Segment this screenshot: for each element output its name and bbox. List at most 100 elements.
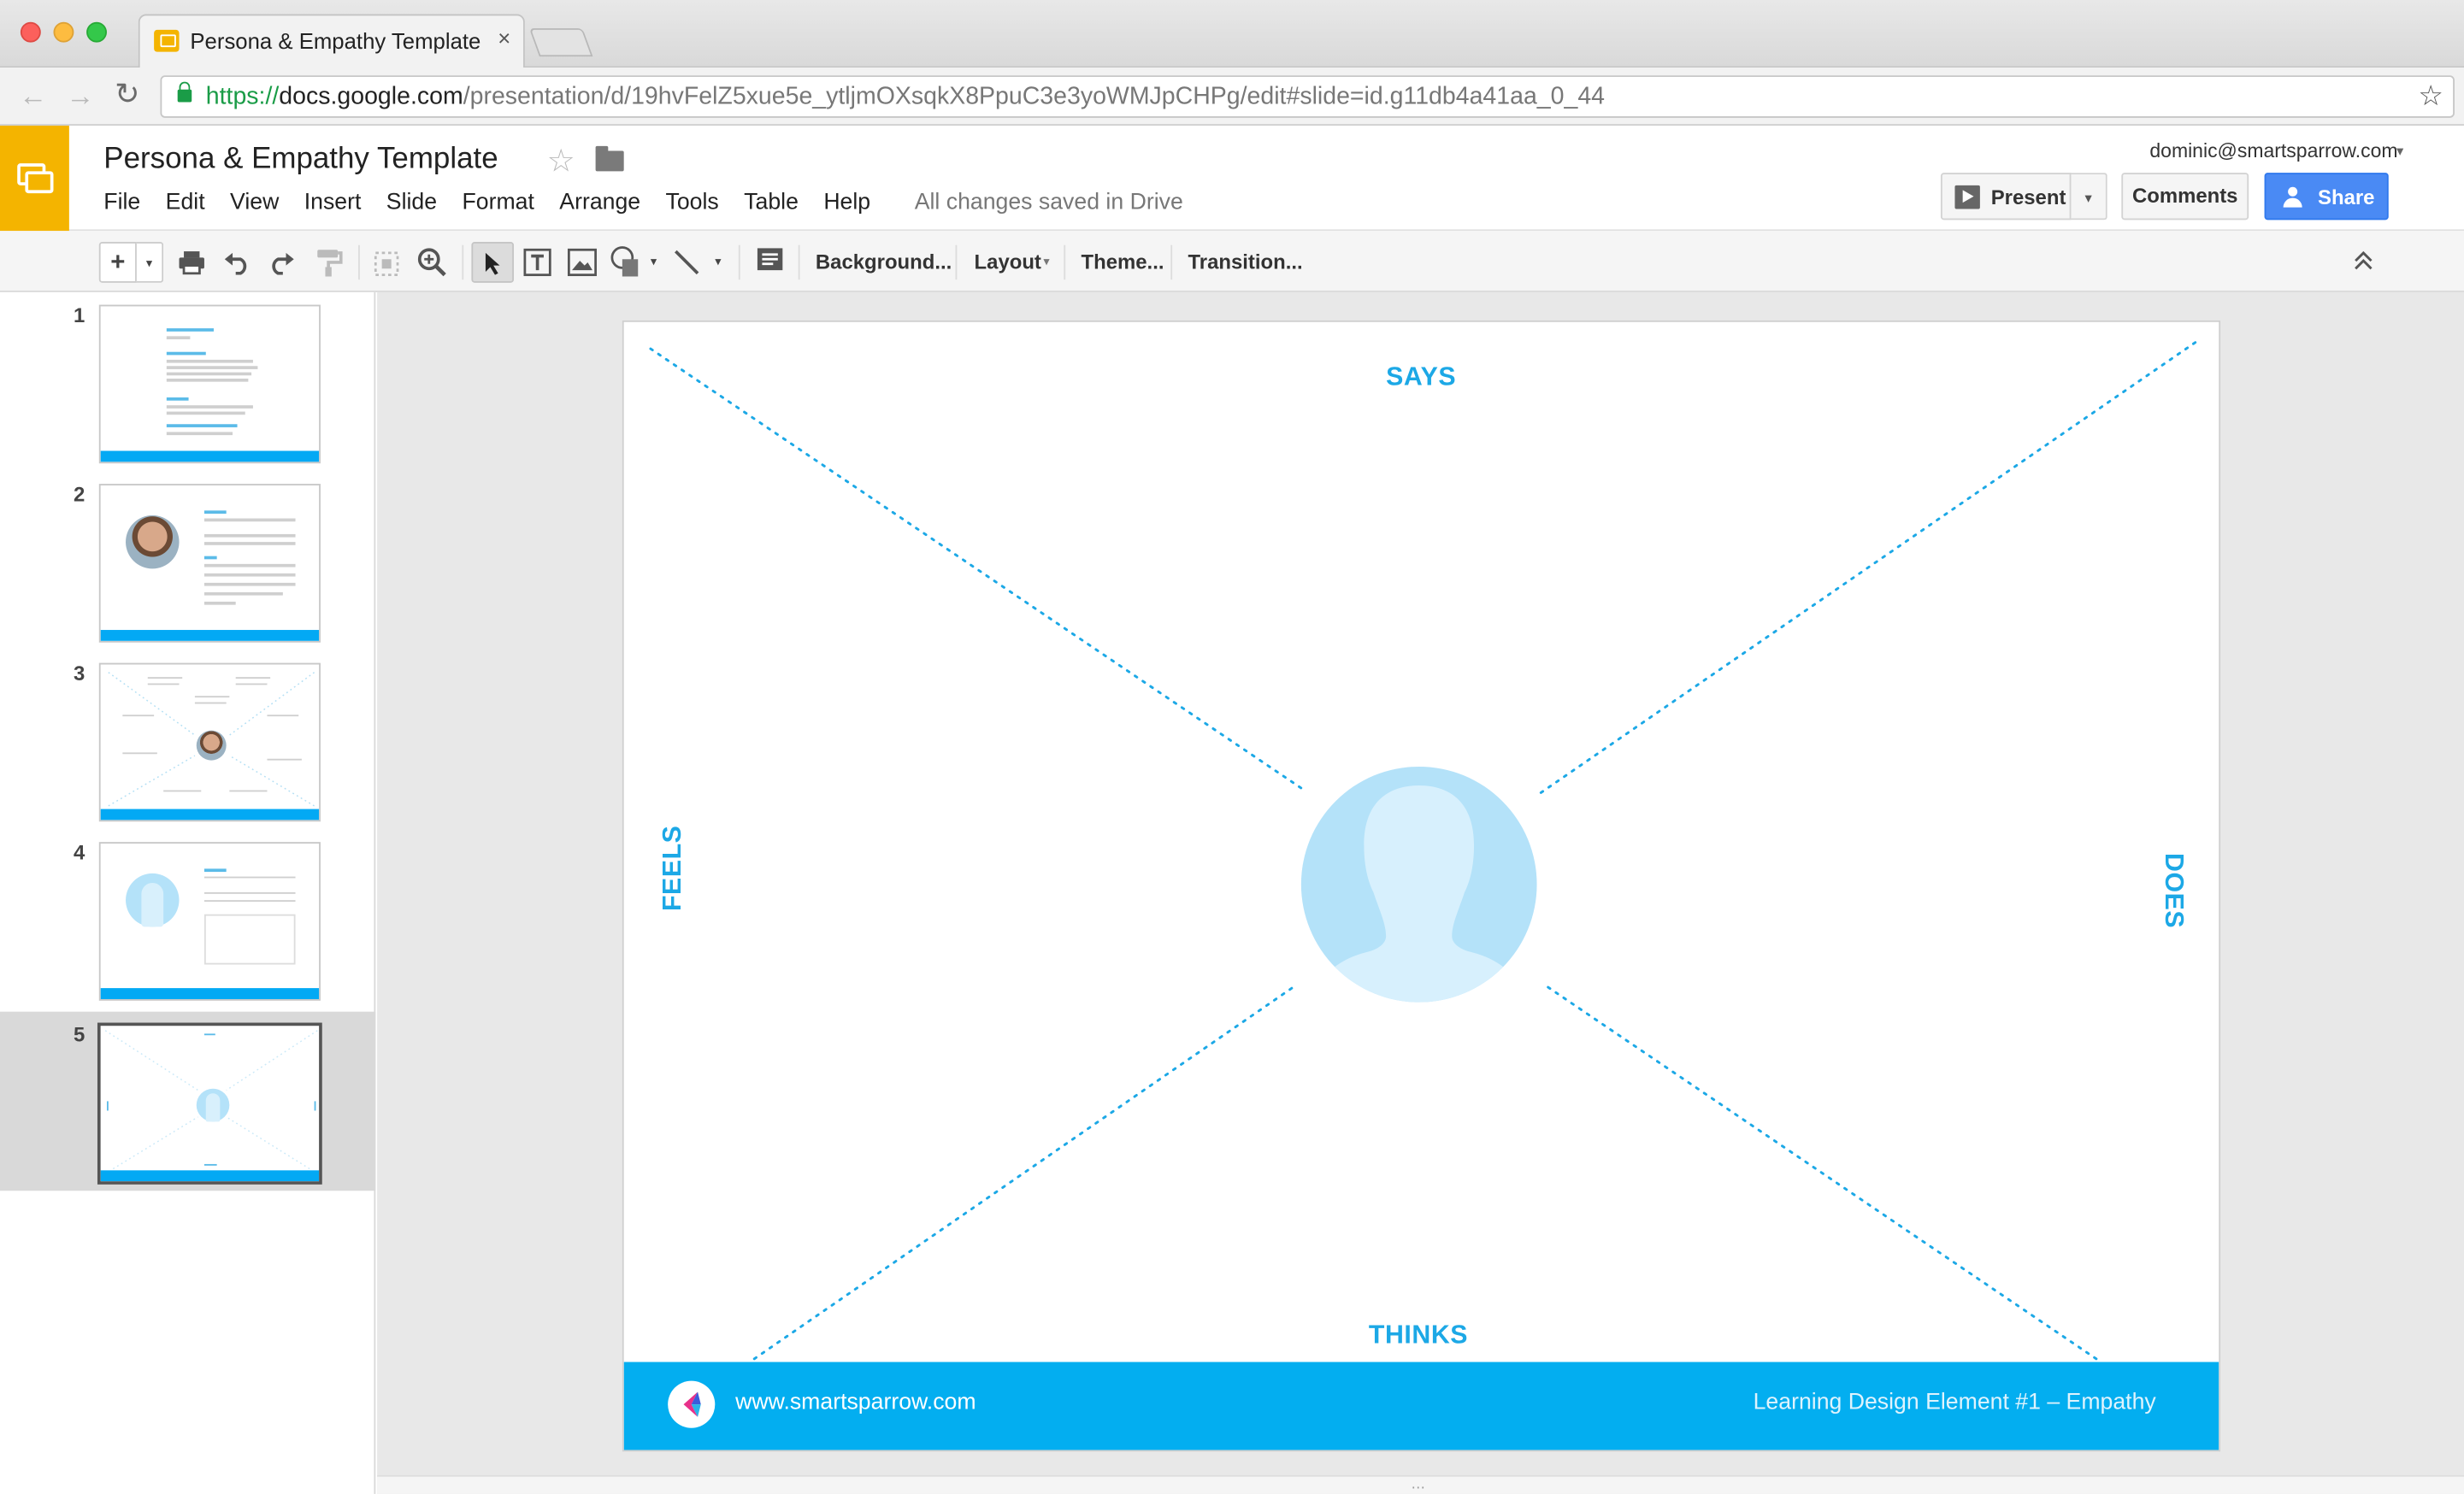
menu-file[interactable]: File [103, 190, 140, 215]
redo-icon[interactable] [267, 250, 295, 275]
url-text: https://docs.google.com/presentation/d/1… [206, 83, 1605, 111]
filmstrip-slide[interactable]: 3 [0, 650, 375, 830]
cursor-arrow-icon [485, 252, 500, 275]
filmstrip-slide[interactable]: 2 [0, 471, 375, 650]
slides-logo-icon[interactable] [0, 126, 69, 232]
current-slide[interactable]: SAYS THINKS FEELS DOES www.smartsparrow.… [623, 321, 2219, 1450]
browser-titlebar: Persona & Empathy Template × [0, 0, 2464, 68]
slide-number: 4 [73, 840, 85, 864]
star-icon[interactable]: ☆ [547, 141, 575, 180]
url-host: docs.google.com [279, 83, 463, 110]
menu-tools[interactable]: Tools [666, 190, 719, 215]
slide-canvas-area: SAYS THINKS FEELS DOES www.smartsparrow.… [377, 291, 2464, 1494]
present-options-button[interactable]: ▾ [2071, 173, 2107, 221]
menu-bar: File Edit View Insert Slide Format Arran… [103, 190, 895, 215]
slide-number: 5 [73, 1022, 85, 1047]
shape-icon[interactable] [606, 245, 647, 279]
menu-format[interactable]: Format [462, 190, 533, 215]
speaker-notes-divider[interactable]: ⋯ [377, 1474, 2464, 1494]
footer-caption: Learning Design Element #1 – Empathy [1753, 1390, 2156, 1416]
feels-label: FEELS [658, 825, 687, 912]
account-caret-icon[interactable]: ▾ [2396, 143, 2403, 160]
close-window-button[interactable] [20, 21, 41, 43]
user-account-email[interactable]: dominic@smartsparrow.com [2149, 140, 2397, 162]
reload-icon[interactable]: ↻ [115, 77, 139, 113]
present-button[interactable]: Present [1940, 173, 2072, 221]
url-input[interactable]: https://docs.google.com/presentation/d/1… [160, 75, 2455, 118]
menu-table[interactable]: Table [744, 190, 799, 215]
share-button[interactable]: Share [2264, 173, 2389, 221]
save-status: All changes saved in Drive [914, 190, 1183, 215]
lock-icon [177, 81, 192, 103]
persona-photo [126, 515, 180, 569]
document-title[interactable]: Persona & Empathy Template [103, 143, 498, 177]
editor-toolbar: + ▾ ▾ ▾ Background... Layout ▾ Theme... … [0, 231, 2464, 292]
share-label: Share [2318, 185, 2375, 209]
slide-thumbnail [98, 842, 321, 1001]
menu-insert[interactable]: Insert [304, 190, 362, 215]
undo-icon[interactable] [223, 250, 251, 275]
filmstrip-slide[interactable]: 1 [0, 292, 375, 472]
background-button[interactable]: Background... [816, 242, 952, 283]
paint-format-icon[interactable] [315, 248, 343, 277]
select-tool-button[interactable] [471, 242, 515, 283]
text-box-icon[interactable] [522, 247, 553, 279]
slide-thumbnail [97, 1022, 322, 1185]
browser-tab-active[interactable]: Persona & Empathy Template × [138, 14, 525, 68]
slide-thumbnail [98, 484, 321, 643]
shape-caret-icon[interactable]: ▾ [645, 242, 661, 283]
zoom-icon[interactable] [416, 247, 448, 279]
toolbar-separator [462, 244, 464, 280]
resize-grip-icon[interactable]: ⋯ [1412, 1479, 1427, 1494]
menu-help[interactable]: Help [823, 190, 870, 215]
filmstrip-slide[interactable]: 4 [0, 829, 375, 1009]
theme-button[interactable]: Theme... [1082, 242, 1164, 283]
layout-button[interactable]: Layout [975, 242, 1041, 283]
new-slide-button[interactable]: + [98, 242, 137, 283]
slides-logo-frame-front [25, 171, 54, 194]
image-icon[interactable] [567, 248, 598, 277]
new-slide-layout-caret[interactable]: ▾ [136, 242, 164, 283]
footer-url: www.smartsparrow.com [735, 1390, 976, 1416]
tab-title: Persona & Empathy Template [190, 28, 481, 54]
transition-button[interactable]: Transition... [1188, 242, 1303, 283]
docs-header: Persona & Empathy Template ☆ File Edit V… [0, 126, 2464, 232]
back-arrow-icon[interactable]: ← [19, 80, 47, 114]
slides-favicon-icon [154, 29, 180, 52]
forward-arrow-icon[interactable]: → [66, 80, 94, 114]
line-icon[interactable] [673, 248, 701, 276]
persona-avatar-icon [1300, 766, 1537, 1003]
slide-number: 3 [73, 661, 85, 685]
menu-view[interactable]: View [230, 190, 279, 215]
slide-thumbnail [98, 662, 321, 822]
toolbar-separator [955, 244, 958, 280]
person-icon [2283, 186, 2308, 208]
slide-filmstrip: 1 2 3 4 5 [0, 291, 376, 1494]
print-icon[interactable] [178, 250, 206, 275]
filmstrip-slide-selected[interactable]: 5 [0, 1011, 376, 1191]
minimize-window-button[interactable] [53, 21, 74, 43]
fit-icon[interactable] [371, 248, 403, 279]
url-scheme: https:// [205, 83, 280, 110]
line-caret-icon[interactable]: ▾ [710, 242, 726, 283]
comments-button[interactable]: Comments [2121, 173, 2249, 221]
does-label: DOES [2159, 853, 2188, 929]
smartsparrow-logo-icon [668, 1380, 716, 1428]
menu-arrange[interactable]: Arrange [559, 190, 640, 215]
folder-icon[interactable] [595, 145, 624, 172]
menu-edit[interactable]: Edit [166, 190, 205, 215]
slide-number: 2 [73, 482, 85, 506]
layout-caret-icon[interactable]: ▾ [1039, 242, 1054, 283]
new-tab-button[interactable] [528, 28, 593, 57]
toolbar-separator [798, 244, 800, 280]
play-icon [1954, 185, 1980, 209]
collapse-toolbar-icon[interactable] [2352, 250, 2374, 272]
toolbar-separator [1170, 244, 1173, 280]
bookmark-star-icon[interactable]: ☆ [2418, 80, 2443, 114]
menu-slide[interactable]: Slide [386, 190, 437, 215]
present-label: Present [1990, 185, 2066, 209]
toolbar-separator [1064, 244, 1066, 280]
tab-close-icon[interactable]: × [498, 25, 510, 50]
maximize-window-button[interactable] [86, 21, 107, 43]
comment-icon[interactable] [754, 245, 786, 277]
